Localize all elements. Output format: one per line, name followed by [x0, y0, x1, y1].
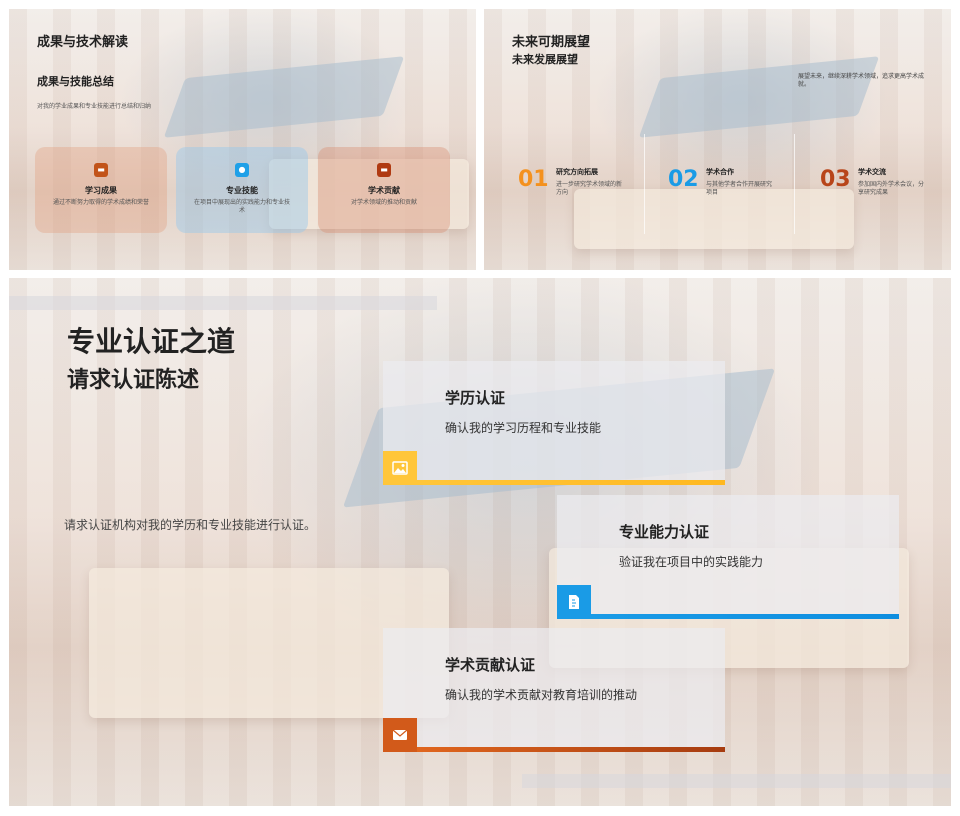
cert-title: 专业能力认证: [619, 523, 710, 541]
slide-subtitle: 未来发展展望: [512, 53, 578, 66]
chat-icon: ▬: [94, 163, 108, 177]
card-learning-results: ▬ 学习成果 通过不断努力取得的学术成绩和荣誉: [35, 147, 167, 233]
cert-box-academic: 学术贡献认证 确认我的学术贡献对教育培训的推动: [383, 628, 725, 752]
message-icon: ▬: [377, 163, 391, 177]
card-desc: 在项目中展现出的实践能力和专业技术: [193, 199, 290, 215]
item-title: 研究方向拓展: [556, 168, 598, 176]
document-icon: [557, 585, 591, 619]
item-number: 01: [518, 167, 549, 192]
gear-icon: ●: [235, 163, 249, 177]
card-desc: 通过不断努力取得的学术成绩和荣誉: [52, 199, 149, 206]
card-title: 专业技能: [226, 186, 258, 195]
slide-future-outlook[interactable]: 未来可期展望 未来发展展望 展望未来，继续深耕学术领域，追求更高学术成就。 01…: [484, 9, 951, 270]
decorative-band: [522, 774, 951, 788]
slide-subtitle: 成果与技能总结: [37, 75, 114, 88]
slide-intro: 展望未来，继续深耕学术领域，追求更高学术成就。: [798, 73, 925, 89]
slide-title: 未来可期展望: [512, 35, 591, 50]
slide-achievements[interactable]: 成果与技术解读 成果与技能总结 对我的学业成果和专业技能进行总结和归纳 ▬ 学习…: [9, 9, 476, 270]
item-desc: 参加国内外学术会议，分享研究成果: [858, 181, 925, 197]
cert-box-education: 学历认证 确认我的学习历程和专业技能: [383, 361, 725, 485]
slide-title: 专业认证之道: [67, 325, 236, 358]
accent-bar: [417, 480, 725, 485]
divider: [794, 134, 795, 234]
item-desc: 与其他学者合作开展研究项目: [706, 181, 773, 197]
card-title: 学习成果: [85, 186, 117, 195]
mail-icon: [383, 718, 417, 752]
slide-lead: 请求认证机构对我的学历和专业技能进行认证。: [64, 518, 317, 532]
cert-title: 学术贡献认证: [445, 656, 536, 674]
item-title: 学术交流: [858, 168, 886, 176]
slide-certification[interactable]: 专业认证之道 请求认证陈述 请求认证机构对我的学历和专业技能进行认证。 学历认证…: [9, 278, 951, 806]
slide-title: 成果与技术解读: [37, 35, 129, 50]
slide-subtitle: 请求认证陈述: [67, 368, 200, 393]
cert-box-professional: 专业能力认证 验证我在项目中的实践能力: [557, 495, 899, 619]
card-academic-contribution: ▬ 学术贡献 对学术领域的推动和贡献: [318, 147, 450, 233]
cert-desc: 验证我在项目中的实践能力: [619, 555, 764, 569]
card-professional-skills: ● 专业技能 在项目中展现出的实践能力和专业技术: [176, 147, 308, 233]
cert-title: 学历认证: [445, 389, 506, 407]
divider: [644, 134, 645, 234]
accent-bar: [591, 614, 899, 619]
cert-desc: 确认我的学术贡献对教育培训的推动: [445, 688, 638, 702]
item-desc: 进一步研究学术领域的新方向: [556, 181, 623, 197]
image-icon: [383, 451, 417, 485]
card-title: 学术贡献: [368, 186, 400, 195]
item-title: 学术合作: [706, 168, 734, 176]
item-number: 02: [668, 167, 699, 192]
slide-description: 对我的学业成果和专业技能进行总结和归纳: [37, 103, 152, 110]
decorative-band: [9, 296, 437, 310]
accent-bar: [417, 747, 725, 752]
cert-desc: 确认我的学习历程和专业技能: [445, 421, 602, 435]
card-desc: 对学术领域的推动和贡献: [350, 199, 417, 206]
item-number: 03: [820, 167, 851, 192]
